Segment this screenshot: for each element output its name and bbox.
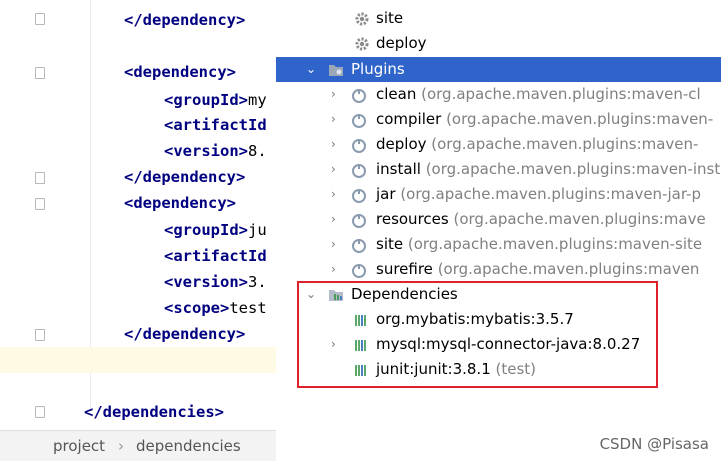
code-value: 3.: [248, 273, 267, 291]
watermark: CSDN @Pisasa: [599, 435, 709, 453]
plugin-name: compiler: [376, 110, 442, 128]
fold-marker[interactable]: [35, 406, 45, 418]
tree-node-plugins[interactable]: ⌄ Plugins: [276, 57, 721, 82]
tree-item-plugin-compiler[interactable]: › compiler (org.apache.maven.plugins:mav…: [276, 107, 721, 132]
code-line: </dependency>: [124, 325, 246, 343]
tree-node-label: Plugins: [351, 60, 405, 78]
fold-marker[interactable]: [35, 172, 45, 184]
code-value: my: [248, 91, 267, 109]
chevron-right-icon[interactable]: ›: [331, 213, 341, 225]
plugin-name: surefire: [376, 260, 433, 278]
plugin-name: deploy: [376, 135, 427, 153]
chevron-right-icon[interactable]: ›: [331, 113, 341, 125]
code-line: <dependency>: [124, 194, 236, 212]
code-line: <version>3.: [164, 273, 267, 291]
plugin-coordinates: (org.apache.maven.plugins:maven-: [431, 135, 699, 153]
plugin-coordinates: (org.apache.maven.plugins:mave: [453, 210, 706, 228]
chevron-right-icon[interactable]: ›: [331, 163, 341, 175]
folder-plugins-icon: [329, 65, 343, 76]
chevron-down-icon[interactable]: ⌄: [306, 63, 316, 75]
plugin-name: jar: [376, 185, 396, 203]
code-line: </dependency>: [124, 11, 246, 29]
code-line: </dependencies>: [84, 403, 224, 421]
highlight-annotation-box: [297, 281, 658, 388]
code-line: <artifactId: [164, 247, 267, 265]
plugin-name: install: [376, 160, 421, 178]
fold-marker[interactable]: [35, 67, 45, 79]
plugin-icon: [352, 89, 366, 103]
plugin-name: site: [376, 235, 404, 253]
chevron-right-icon[interactable]: ›: [331, 263, 341, 275]
code-value: test: [229, 299, 267, 317]
plugin-coordinates: (org.apache.maven.plugins:maven-site: [407, 235, 703, 253]
code-line: <groupId>ju: [164, 221, 267, 239]
plugin-icon: [352, 114, 366, 128]
plugin-icon: [352, 214, 366, 228]
tree-item-plugin-surefire[interactable]: › surefire (org.apache.maven.plugins:mav…: [276, 257, 721, 282]
code-line: <scope>test: [164, 299, 267, 317]
plugin-icon: [352, 189, 366, 203]
tree-item-plugin-deploy[interactable]: › deploy (org.apache.maven.plugins:maven…: [276, 132, 721, 157]
chevron-right-icon[interactable]: ›: [331, 88, 341, 100]
plugin-name: clean: [376, 85, 417, 103]
tree-item-plugin-install[interactable]: › install (org.apache.maven.plugins:mave…: [276, 157, 721, 182]
breadcrumb-item-dependencies[interactable]: dependencies: [136, 437, 241, 455]
tree-item-label: site: [376, 9, 404, 27]
tree-item-plugin-jar[interactable]: › jar (org.apache.maven.plugins:maven-ja…: [276, 182, 721, 207]
chevron-right-icon[interactable]: ›: [331, 138, 341, 150]
chevron-right-icon[interactable]: ›: [331, 188, 341, 200]
code-value: ju: [248, 221, 267, 239]
code-line: <artifactId: [164, 116, 267, 134]
fold-marker[interactable]: [35, 198, 45, 210]
code-line: <dependency>: [124, 63, 236, 81]
fold-marker[interactable]: [35, 329, 45, 341]
plugin-icon: [352, 239, 366, 253]
chevron-right-icon[interactable]: ›: [331, 238, 341, 250]
code-line: <version>8.: [164, 142, 267, 160]
plugin-name: resources: [376, 210, 449, 228]
code-line: <groupId>my: [164, 91, 267, 109]
current-line-highlight: [0, 347, 276, 373]
breadcrumb: project › dependencies: [0, 430, 276, 461]
tree-item-lifecycle-site[interactable]: site: [276, 6, 721, 31]
code-line: </dependency>: [124, 168, 246, 186]
tree-item-plugin-resources[interactable]: › resources (org.apache.maven.plugins:ma…: [276, 207, 721, 232]
breadcrumb-item-project[interactable]: project: [53, 437, 105, 455]
plugin-coordinates: (org.apache.maven.plugins:maven-install-: [425, 160, 721, 178]
tree-item-label: deploy: [376, 34, 427, 52]
plugin-coordinates: (org.apache.maven.plugins:maven: [437, 260, 700, 278]
tree-item-plugin-clean[interactable]: › clean (org.apache.maven.plugins:maven-…: [276, 82, 721, 107]
fold-marker[interactable]: [35, 13, 45, 25]
gear-icon: [355, 12, 369, 26]
gear-icon: [355, 37, 369, 51]
code-value: 8.: [248, 142, 267, 160]
tree-item-plugin-site[interactable]: › site (org.apache.maven.plugins:maven-s…: [276, 232, 721, 257]
tree-item-lifecycle-deploy[interactable]: deploy: [276, 31, 721, 56]
plugin-coordinates: (org.apache.maven.plugins:maven-: [446, 110, 714, 128]
plugin-coordinates: (org.apache.maven.plugins:maven-jar-p: [400, 185, 701, 203]
plugin-icon: [352, 139, 366, 153]
maven-tool-window: site deploy ⌄ Plugins › clean (org.apach…: [276, 0, 721, 461]
plugin-coordinates: (org.apache.maven.plugins:maven-cl: [421, 85, 701, 103]
plugin-icon: [352, 264, 366, 278]
plugin-icon: [352, 164, 366, 178]
code-editor[interactable]: </dependency> <dependency> <groupId>my <…: [0, 0, 276, 461]
breadcrumb-separator: ›: [118, 437, 124, 455]
